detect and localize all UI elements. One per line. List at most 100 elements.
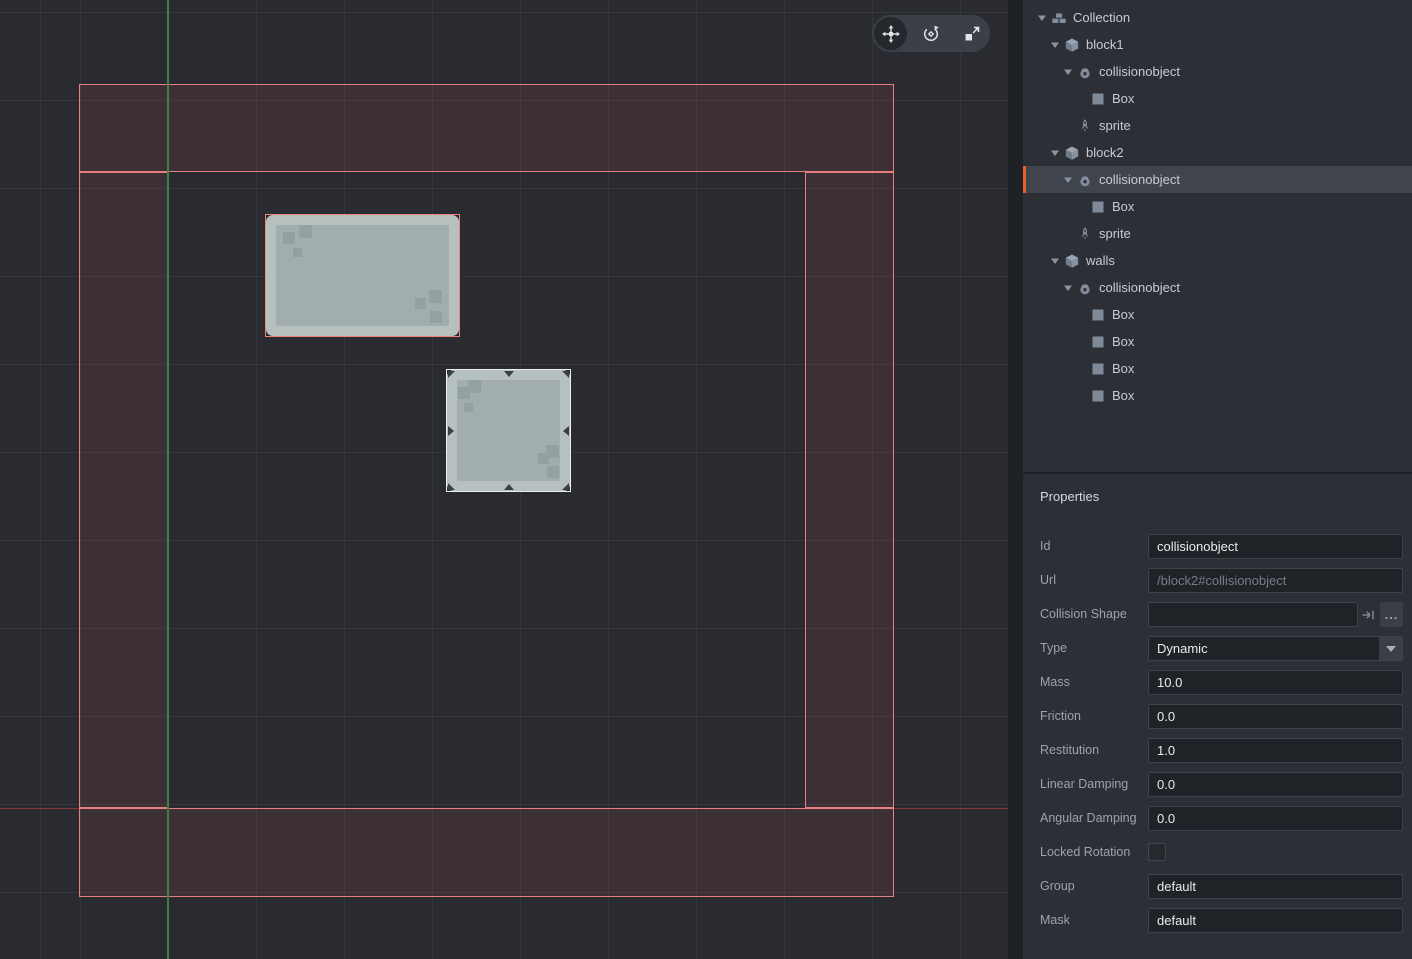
outline-item-collection[interactable]: Collection bbox=[1023, 4, 1412, 31]
resize-handle-right[interactable] bbox=[563, 426, 569, 436]
expander-icon[interactable] bbox=[1050, 149, 1064, 157]
prop-row-url: Url bbox=[1023, 568, 1412, 593]
expander-icon[interactable] bbox=[1050, 41, 1064, 49]
collision-shape-input[interactable] bbox=[1148, 602, 1358, 627]
block1-tile-face bbox=[266, 215, 459, 336]
mass-label: Mass bbox=[1040, 670, 1070, 695]
restitution-label: Restitution bbox=[1040, 738, 1099, 763]
outline-item-collisionobject[interactable]: collisionobject bbox=[1023, 166, 1412, 193]
game-object-icon bbox=[1064, 253, 1080, 269]
group-label: Group bbox=[1040, 874, 1075, 899]
box-shape-icon bbox=[1090, 334, 1106, 350]
resize-handle-bottom-right[interactable] bbox=[562, 483, 569, 490]
scale-tool-button[interactable] bbox=[955, 17, 988, 50]
outline-item-label: walls bbox=[1086, 253, 1115, 268]
resize-handle-top-left[interactable] bbox=[448, 371, 455, 378]
locked-rotation-label: Locked Rotation bbox=[1040, 840, 1130, 865]
outline-item-collisionobject[interactable]: collisionobject bbox=[1023, 58, 1412, 85]
outline-item-block2[interactable]: block2 bbox=[1023, 139, 1412, 166]
angular-damping-label: Angular Damping bbox=[1040, 806, 1137, 831]
outline-item-label: collisionobject bbox=[1099, 280, 1180, 295]
resize-handle-bottom-left[interactable] bbox=[448, 483, 455, 490]
linear-damping-input[interactable] bbox=[1148, 772, 1403, 797]
tree-properties-divider bbox=[1023, 472, 1412, 474]
properties-title: Properties bbox=[1040, 489, 1099, 504]
locked-rotation-checkbox[interactable] bbox=[1148, 843, 1166, 861]
collision-object-icon bbox=[1077, 64, 1093, 80]
type-dropdown[interactable]: Dynamic bbox=[1148, 636, 1403, 661]
prop-row-linear-damping: Linear Damping bbox=[1023, 772, 1412, 797]
open-resource-button[interactable] bbox=[1358, 602, 1378, 627]
box-shape-icon bbox=[1090, 91, 1106, 107]
open-resource-icon bbox=[1360, 607, 1376, 623]
right-panel: Collectionblock1collisionobjectBoxsprite… bbox=[1023, 0, 1412, 959]
outline-item-box[interactable]: Box bbox=[1023, 382, 1412, 409]
type-dropdown-value: Dynamic bbox=[1149, 641, 1379, 656]
expander-icon[interactable] bbox=[1063, 176, 1077, 184]
viewport-toolbar bbox=[872, 15, 990, 52]
prop-row-restitution: Restitution bbox=[1023, 738, 1412, 763]
resize-handle-top-right[interactable] bbox=[562, 371, 569, 378]
outline-item-collisionobject[interactable]: collisionobject bbox=[1023, 274, 1412, 301]
url-label: Url bbox=[1040, 568, 1056, 593]
expander-icon[interactable] bbox=[1063, 284, 1077, 292]
outline-item-box[interactable]: Box bbox=[1023, 355, 1412, 382]
angular-damping-input[interactable] bbox=[1148, 806, 1403, 831]
sprite-icon bbox=[1077, 118, 1093, 134]
resize-handle-left[interactable] bbox=[448, 426, 454, 436]
move-icon bbox=[881, 24, 901, 44]
outline-item-sprite[interactable]: sprite bbox=[1023, 112, 1412, 139]
mask-input[interactable] bbox=[1148, 908, 1403, 933]
block1-sprite[interactable] bbox=[265, 214, 460, 337]
collection-icon bbox=[1051, 10, 1067, 26]
wall-collision-box-left[interactable] bbox=[79, 172, 169, 808]
prop-row-id: Id bbox=[1023, 534, 1412, 559]
restitution-input[interactable] bbox=[1148, 738, 1403, 763]
outline-item-box[interactable]: Box bbox=[1023, 193, 1412, 220]
scene-viewport[interactable] bbox=[0, 0, 1008, 959]
prop-row-group: Group bbox=[1023, 874, 1412, 899]
expander-icon[interactable] bbox=[1063, 68, 1077, 76]
outline-item-box[interactable]: Box bbox=[1023, 328, 1412, 355]
expander-icon[interactable] bbox=[1037, 14, 1051, 22]
move-tool-button[interactable] bbox=[874, 17, 907, 50]
block2-sprite-selected[interactable] bbox=[446, 369, 571, 492]
dropdown-arrow-button[interactable] bbox=[1379, 637, 1402, 660]
wall-collision-box-bottom[interactable] bbox=[79, 808, 894, 897]
outline-item-box[interactable]: Box bbox=[1023, 301, 1412, 328]
outline-item-label: Collection bbox=[1073, 10, 1130, 25]
prop-row-mass: Mass bbox=[1023, 670, 1412, 695]
outline-item-box[interactable]: Box bbox=[1023, 85, 1412, 112]
resize-handle-bottom[interactable] bbox=[504, 484, 514, 490]
outline-item-block1[interactable]: block1 bbox=[1023, 31, 1412, 58]
sprite-icon bbox=[1077, 226, 1093, 242]
group-input[interactable] bbox=[1148, 874, 1403, 899]
box-shape-icon bbox=[1090, 388, 1106, 404]
friction-input[interactable] bbox=[1148, 704, 1403, 729]
expander-icon[interactable] bbox=[1050, 257, 1064, 265]
outline-item-label: block1 bbox=[1086, 37, 1124, 52]
collision-object-icon bbox=[1077, 172, 1093, 188]
resize-handle-top[interactable] bbox=[504, 371, 514, 377]
outline-item-label: Box bbox=[1112, 307, 1134, 322]
browse-resource-button[interactable]: ... bbox=[1380, 602, 1403, 627]
wall-collision-box-top[interactable] bbox=[79, 84, 894, 172]
outline-item-walls[interactable]: walls bbox=[1023, 247, 1412, 274]
prop-row-angular-damping: Angular Damping bbox=[1023, 806, 1412, 831]
outline-item-label: collisionobject bbox=[1099, 64, 1180, 79]
outline-item-sprite[interactable]: sprite bbox=[1023, 220, 1412, 247]
url-input bbox=[1148, 568, 1403, 593]
mask-label: Mask bbox=[1040, 908, 1070, 933]
wall-collision-box-right[interactable] bbox=[805, 172, 894, 808]
prop-row-collision-shape: Collision Shape... bbox=[1023, 602, 1412, 627]
rotate-tool-button[interactable] bbox=[915, 17, 948, 50]
outline-item-label: sprite bbox=[1099, 118, 1131, 133]
block2-tile-face bbox=[447, 370, 570, 491]
mass-input[interactable] bbox=[1148, 670, 1403, 695]
outline-item-label: Box bbox=[1112, 388, 1134, 403]
panel-divider[interactable] bbox=[1008, 0, 1023, 959]
outline-item-label: block2 bbox=[1086, 145, 1124, 160]
prop-row-type: TypeDynamic bbox=[1023, 636, 1412, 661]
game-object-icon bbox=[1064, 37, 1080, 53]
id-input[interactable] bbox=[1148, 534, 1403, 559]
